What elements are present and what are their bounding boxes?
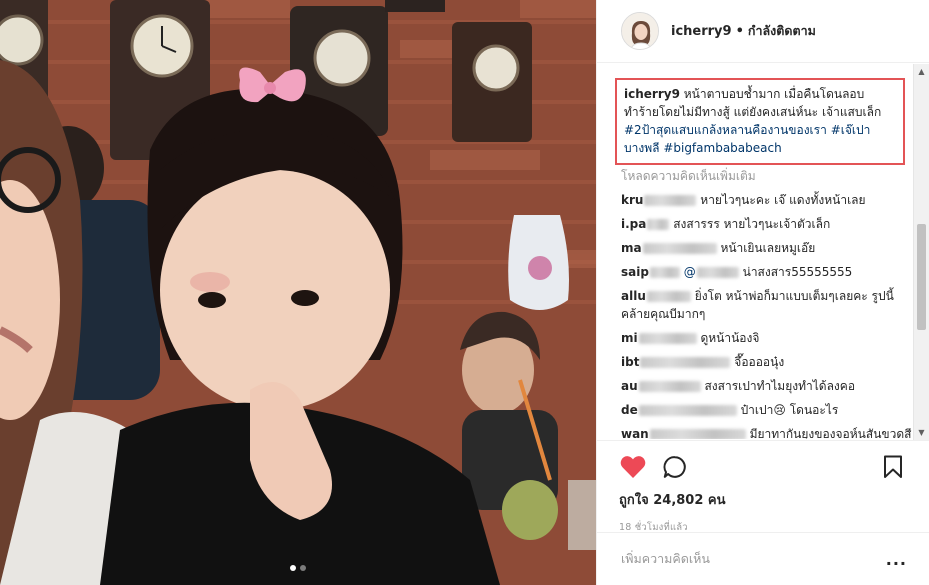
comment-item: mi ดูหน้าน้องจิ bbox=[621, 329, 914, 347]
comment-item: wan มียาทากันยุงของจอห์นสันขวดสี bbox=[621, 425, 914, 439]
comment-item: de ป๋าเปา😢 โดนอะไร bbox=[621, 401, 914, 419]
comment-text: หน้าเยินเลยหมูเอ๊ย bbox=[720, 241, 816, 255]
comment-username[interactable]: wan bbox=[621, 427, 649, 439]
more-options-button[interactable]: ... bbox=[886, 550, 907, 569]
follow-status-button[interactable]: กำลังติดตาม bbox=[748, 21, 816, 41]
hashtag-link[interactable]: #bigfambababeach bbox=[663, 141, 781, 155]
likes-count[interactable]: ถูกใจ 24,802 คน bbox=[619, 489, 929, 510]
comment-icon-svg bbox=[663, 456, 686, 478]
post-photo[interactable] bbox=[0, 0, 596, 585]
redacted-username-blur bbox=[649, 429, 746, 439]
comment-username[interactable]: au bbox=[621, 379, 638, 393]
carousel-indicator bbox=[0, 565, 596, 571]
comment-text: ดูหน้าน้องจิ bbox=[700, 331, 760, 345]
comment-username[interactable]: ibt bbox=[621, 355, 639, 369]
hashtag-link[interactable]: #2ป้าสุดแสบแกล้งหลานคืองานของเรา bbox=[624, 123, 827, 137]
redacted-username-blur bbox=[640, 357, 731, 368]
comments-scrollbar[interactable]: ▲ ▼ bbox=[913, 64, 929, 440]
comment-mention[interactable]: @ bbox=[684, 265, 696, 279]
comment-username[interactable]: de bbox=[621, 403, 638, 417]
redacted-username-blur bbox=[638, 381, 701, 392]
comment-username[interactable]: mi bbox=[621, 331, 638, 345]
comment-item: au สงสารเปาทำไมยุงทำได้ลงคอ bbox=[621, 377, 914, 395]
redacted-mention-blur bbox=[696, 267, 739, 278]
comment-icon[interactable] bbox=[661, 453, 689, 481]
redacted-username-blur bbox=[644, 195, 697, 206]
comment-item: kru หายไวๆนะคะ เจ๊ แดงทั้งหน้าเลย bbox=[621, 191, 914, 209]
comment-item: saip @ น่าสงสาร55555555 bbox=[621, 263, 914, 281]
redacted-username-blur bbox=[638, 333, 697, 344]
comment-item: ibt จึ๊ออออนุ๋ง bbox=[621, 353, 914, 371]
post-header: icherry9 • กำลังติดตาม bbox=[597, 0, 929, 63]
redacted-username-blur bbox=[649, 267, 680, 278]
redacted-username-blur bbox=[646, 291, 691, 302]
post-actions: ถูกใจ 24,802 คน 18 ชั่วโมงที่แล้ว bbox=[597, 440, 929, 533]
carousel-dot-2[interactable] bbox=[300, 565, 306, 571]
comment-text: ป๋าเปา😢 โดนอะไร bbox=[740, 403, 839, 417]
add-comment-input[interactable]: เพิ่มความคิดเห็น bbox=[621, 549, 886, 569]
redacted-username-blur bbox=[642, 243, 717, 254]
header-separator: • bbox=[735, 23, 744, 39]
comment-text: จึ๊ออออนุ๋ง bbox=[734, 355, 785, 369]
comments-list[interactable]: icherry9 หน้าตาบอบช้ำมาก เมื่อคืนโดนลอบท… bbox=[597, 64, 914, 439]
comment-text: สงสารรร หายไวๆนะเจ้าตัวเล็ก bbox=[673, 217, 831, 231]
redacted-username-blur bbox=[638, 405, 737, 416]
comment-item: ma หน้าเยินเลยหมูเอ๊ย bbox=[621, 239, 914, 257]
redacted-username-blur bbox=[647, 219, 670, 230]
heart-icon[interactable] bbox=[619, 453, 647, 481]
comment-text: หายไวๆนะคะ เจ๊ แดงทั้งหน้าเลย bbox=[700, 193, 866, 207]
photo-illustration bbox=[0, 0, 596, 585]
comment-text: มียาทากันยุงของจอห์นสันขวดสี bbox=[749, 427, 912, 439]
header-username[interactable]: icherry9 bbox=[671, 24, 732, 39]
scrollbar-thumb[interactable] bbox=[917, 224, 926, 330]
comment-item: allu ยิ่งโต หน้าพ่อก็มาแบบเต็มๆเลยคะ รูป… bbox=[621, 287, 914, 323]
post-modal: icherry9 • กำลังติดตาม icherry9 หน้าตาบอ… bbox=[0, 0, 929, 585]
comment-username[interactable]: kru bbox=[621, 193, 643, 207]
carousel-dot-1[interactable] bbox=[290, 565, 296, 571]
profile-avatar[interactable] bbox=[621, 12, 659, 50]
comment-username[interactable]: i.pa bbox=[621, 217, 646, 231]
scroll-up-arrow-icon[interactable]: ▲ bbox=[914, 64, 929, 79]
heart-icon-svg bbox=[620, 456, 646, 478]
caption-username[interactable]: icherry9 bbox=[624, 87, 680, 101]
load-more-comments-link[interactable]: โหลดความคิดเห็นเพิ่มเติม bbox=[621, 167, 914, 185]
post-side-panel: icherry9 • กำลังติดตาม icherry9 หน้าตาบอ… bbox=[596, 0, 929, 585]
bookmark-icon[interactable] bbox=[879, 453, 907, 481]
scroll-down-arrow-icon[interactable]: ▼ bbox=[914, 425, 929, 440]
comment-text: น่าสงสาร55555555 bbox=[742, 265, 853, 279]
comment-username[interactable]: saip bbox=[621, 265, 649, 279]
add-comment-bar: เพิ่มความคิดเห็น ... bbox=[597, 532, 929, 585]
comment-text: สงสารเปาทำไมยุงทำได้ลงคอ bbox=[704, 379, 856, 393]
comment-item: i.pa สงสารรร หายไวๆนะเจ้าตัวเล็ก bbox=[621, 215, 914, 233]
comment-username[interactable]: allu bbox=[621, 289, 646, 303]
comment-username[interactable]: ma bbox=[621, 241, 642, 255]
bookmark-icon-svg bbox=[884, 455, 902, 478]
caption: icherry9 หน้าตาบอบช้ำมาก เมื่อคืนโดนลอบท… bbox=[615, 78, 905, 165]
